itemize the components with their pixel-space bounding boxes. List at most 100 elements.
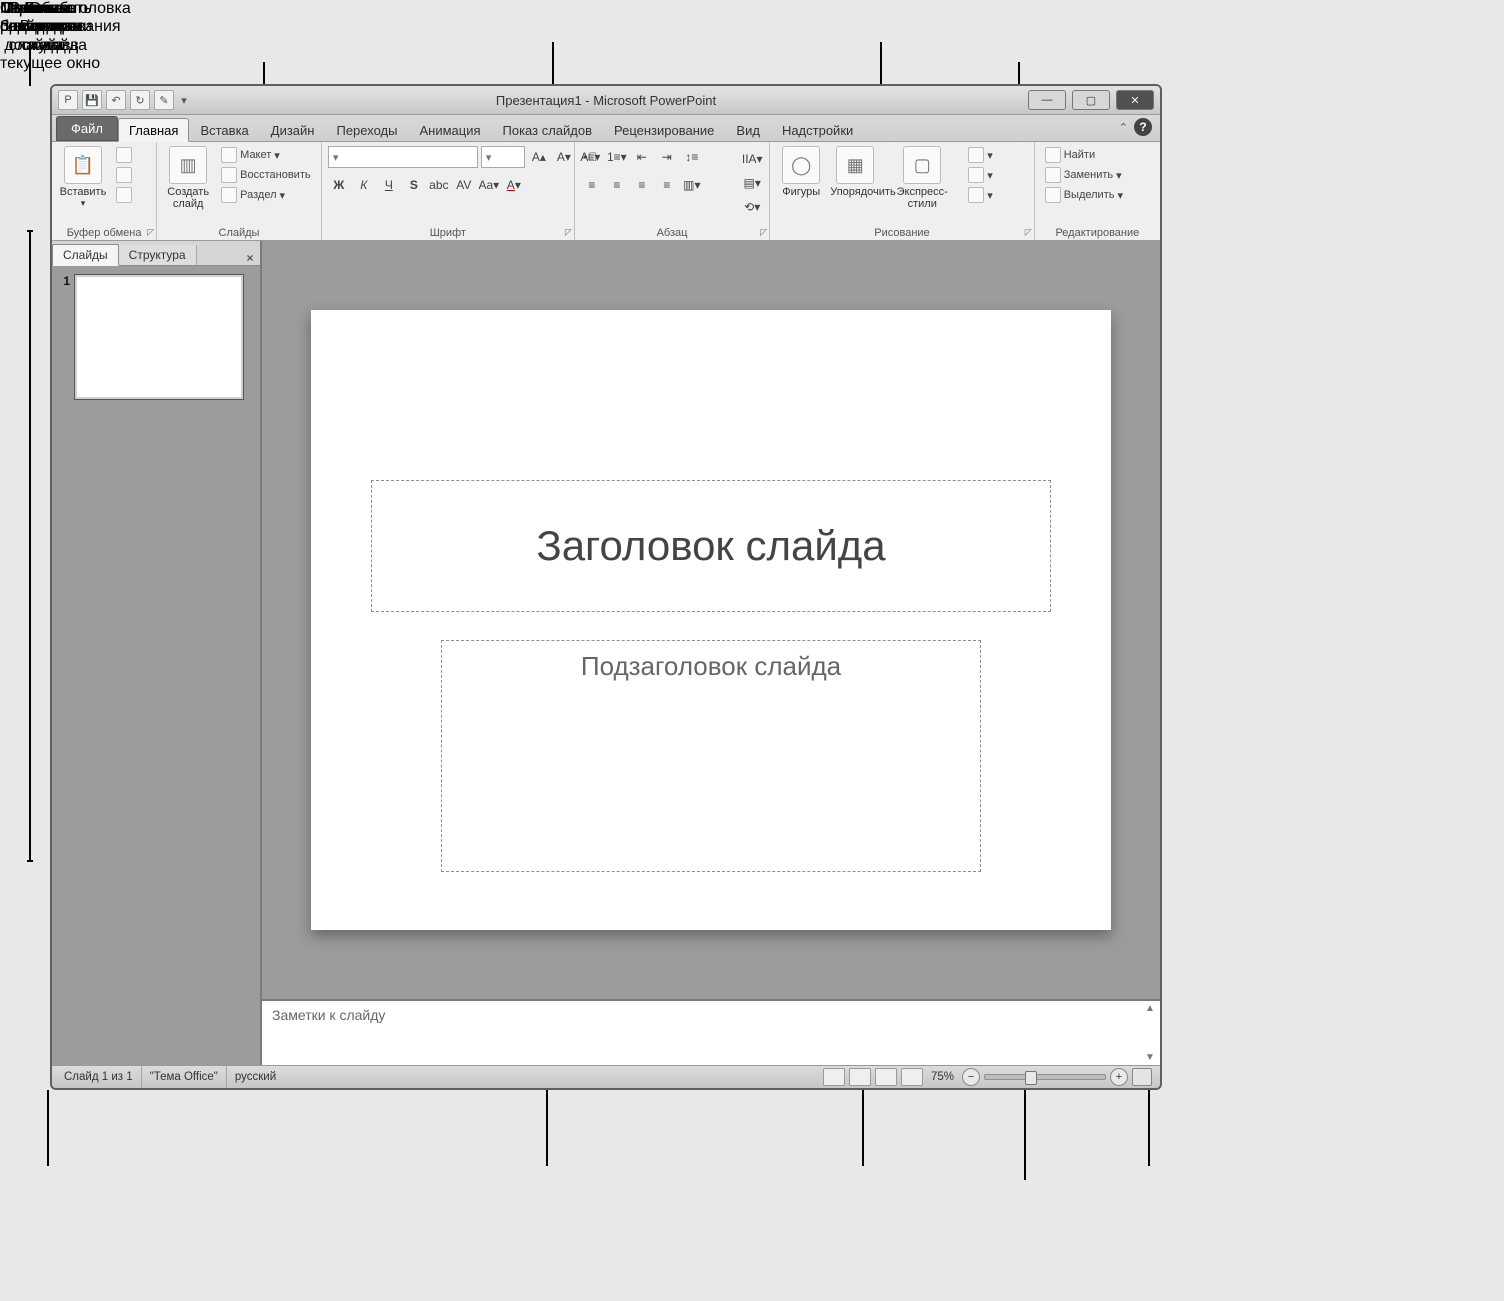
group-slides-label: Слайды — [163, 225, 315, 239]
grow-font-icon[interactable]: A▴ — [528, 146, 550, 168]
tab-addins[interactable]: Надстройки — [771, 118, 864, 141]
zoom-out-icon[interactable]: − — [962, 1068, 980, 1086]
pane-tab-outline[interactable]: Структура — [119, 245, 197, 265]
italic-icon[interactable]: К — [353, 174, 375, 196]
align-right-icon[interactable]: ≡ — [631, 174, 653, 196]
save-icon[interactable]: 💾 — [82, 90, 102, 110]
bold-icon[interactable]: Ж — [328, 174, 350, 196]
smartart-convert-icon[interactable]: ⟲▾ — [741, 196, 763, 218]
shrink-font-icon[interactable]: A▾ — [553, 146, 575, 168]
align-left-icon[interactable]: ≡ — [581, 174, 603, 196]
status-lang[interactable]: русский — [227, 1066, 284, 1088]
quick-styles-button[interactable]: ▢ Экспресс-стили — [884, 146, 960, 210]
slides-panel: Слайды Структура × 1 — [52, 241, 262, 1065]
shadow-icon[interactable]: abc — [428, 174, 450, 196]
paste-button[interactable]: 📋 Вставить ▾ — [58, 146, 108, 209]
status-theme[interactable]: "Тема Office" — [142, 1066, 227, 1088]
close-button[interactable]: ✕ — [1116, 90, 1154, 110]
subtitle-placeholder-text: Подзаголовок слайда — [581, 651, 841, 682]
font-launcher-icon[interactable]: ◸ — [565, 227, 572, 238]
format-painter-button[interactable] — [112, 186, 136, 204]
tab-insert[interactable]: Вставка — [189, 118, 259, 141]
indent-dec-icon[interactable]: ⇤ — [631, 146, 653, 168]
replace-icon — [1045, 167, 1061, 183]
shapes-button[interactable]: ◯ Фигуры — [776, 146, 826, 198]
thumbnail-item[interactable]: 1 — [58, 274, 254, 400]
tab-slideshow[interactable]: Показ слайдов — [492, 118, 604, 141]
paragraph-launcher-icon[interactable]: ◸ — [760, 227, 767, 238]
change-case-icon[interactable]: Aa▾ — [478, 174, 500, 196]
slide-edit-area[interactable]: Заголовок слайда Подзаголовок слайда — [262, 241, 1160, 999]
tab-view[interactable]: Вид — [725, 118, 771, 141]
notes-scrollbar[interactable]: ▲ ▼ — [1142, 1003, 1158, 1063]
pane-tab-slides[interactable]: Слайды — [52, 244, 119, 266]
zoom-in-icon[interactable]: + — [1110, 1068, 1128, 1086]
char-spacing-icon[interactable]: AV — [453, 174, 475, 196]
shape-fill-button[interactable]: ▾ — [964, 146, 997, 164]
copy-icon — [116, 167, 132, 183]
title-placeholder[interactable]: Заголовок слайда — [371, 480, 1051, 612]
view-normal-icon[interactable] — [823, 1068, 845, 1086]
zoom-slider[interactable] — [984, 1074, 1106, 1080]
quick-styles-icon: ▢ — [903, 146, 941, 184]
help-icon[interactable]: ? — [1134, 118, 1152, 136]
ribbon-minimize-icon[interactable]: ⌃ — [1119, 121, 1128, 134]
new-slide-button[interactable]: ▥ Создать слайд — [163, 146, 213, 210]
align-justify-icon[interactable]: ≡ — [656, 174, 678, 196]
underline-icon[interactable]: Ч — [378, 174, 400, 196]
undo-icon[interactable]: ↶ — [106, 90, 126, 110]
paste-icon: 📋 — [64, 146, 102, 184]
columns-icon[interactable]: ▥▾ — [681, 174, 703, 196]
drawing-launcher-icon[interactable]: ◸ — [1025, 227, 1032, 238]
editor-wrap: Заголовок слайда Подзаголовок слайда Зам… — [262, 241, 1160, 1065]
bullets-icon[interactable]: •≡▾ — [581, 146, 603, 168]
line-spacing-icon[interactable]: ↕≡ — [681, 146, 703, 168]
indent-inc-icon[interactable]: ⇥ — [656, 146, 678, 168]
zoom-percent[interactable]: 75% — [931, 1071, 954, 1083]
arrange-label: Упорядочить — [830, 186, 880, 198]
align-text-icon[interactable]: ▤▾ — [741, 172, 763, 194]
cut-button[interactable] — [112, 146, 136, 164]
clipboard-launcher-icon[interactable]: ◸ — [147, 227, 154, 238]
find-button[interactable]: Найти — [1041, 146, 1127, 164]
new-icon[interactable]: ✎ — [154, 90, 174, 110]
tab-review[interactable]: Рецензирование — [603, 118, 725, 141]
font-size-combo[interactable]: ▾ — [481, 146, 525, 168]
qat-customize-icon[interactable]: ▾ — [178, 91, 190, 109]
notes-panel[interactable]: Заметки к слайду ▲ ▼ — [262, 999, 1160, 1065]
tab-design[interactable]: Дизайн — [260, 118, 326, 141]
view-sorter-icon[interactable] — [849, 1068, 871, 1086]
tab-transitions[interactable]: Переходы — [325, 118, 408, 141]
shape-outline-button[interactable]: ▾ — [964, 166, 997, 184]
redo-icon[interactable]: ↻ — [130, 90, 150, 110]
minimize-button[interactable]: — — [1028, 90, 1066, 110]
font-family-combo[interactable]: ▾ — [328, 146, 478, 168]
shape-effects-button[interactable]: ▾ — [964, 186, 997, 204]
tab-home[interactable]: Главная — [118, 118, 189, 142]
section-button[interactable]: Раздел ▾ — [217, 186, 314, 204]
status-slide-of[interactable]: Слайд 1 из 1 — [56, 1066, 142, 1088]
thumbnail-preview[interactable] — [74, 274, 244, 400]
view-reading-icon[interactable] — [875, 1068, 897, 1086]
font-color-icon[interactable]: A▾ — [503, 174, 525, 196]
pane-close-icon[interactable]: × — [240, 251, 260, 265]
view-slideshow-icon[interactable] — [901, 1068, 923, 1086]
arrange-button[interactable]: ▦ Упорядочить — [830, 146, 880, 198]
align-center-icon[interactable]: ≡ — [606, 174, 628, 196]
text-direction-icon[interactable]: IIA▾ — [741, 148, 763, 170]
tab-animation[interactable]: Анимация — [408, 118, 491, 141]
maximize-button[interactable]: ▢ — [1072, 90, 1110, 110]
shapes-label: Фигуры — [776, 186, 826, 198]
fit-to-window-button[interactable] — [1132, 1068, 1152, 1086]
select-button[interactable]: Выделить ▾ — [1041, 186, 1127, 204]
reset-button[interactable]: Восстановить — [217, 166, 314, 184]
subtitle-placeholder[interactable]: Подзаголовок слайда — [441, 640, 981, 872]
strike-icon[interactable]: S — [403, 174, 425, 196]
tab-file[interactable]: Файл — [56, 116, 118, 141]
layout-button[interactable]: Макет ▾ — [217, 146, 314, 164]
numbering-icon[interactable]: 1≡▾ — [606, 146, 628, 168]
replace-button[interactable]: Заменить ▾ — [1041, 166, 1127, 184]
find-icon — [1045, 147, 1061, 163]
copy-button[interactable] — [112, 166, 136, 184]
slide-canvas[interactable]: Заголовок слайда Подзаголовок слайда — [311, 310, 1111, 930]
